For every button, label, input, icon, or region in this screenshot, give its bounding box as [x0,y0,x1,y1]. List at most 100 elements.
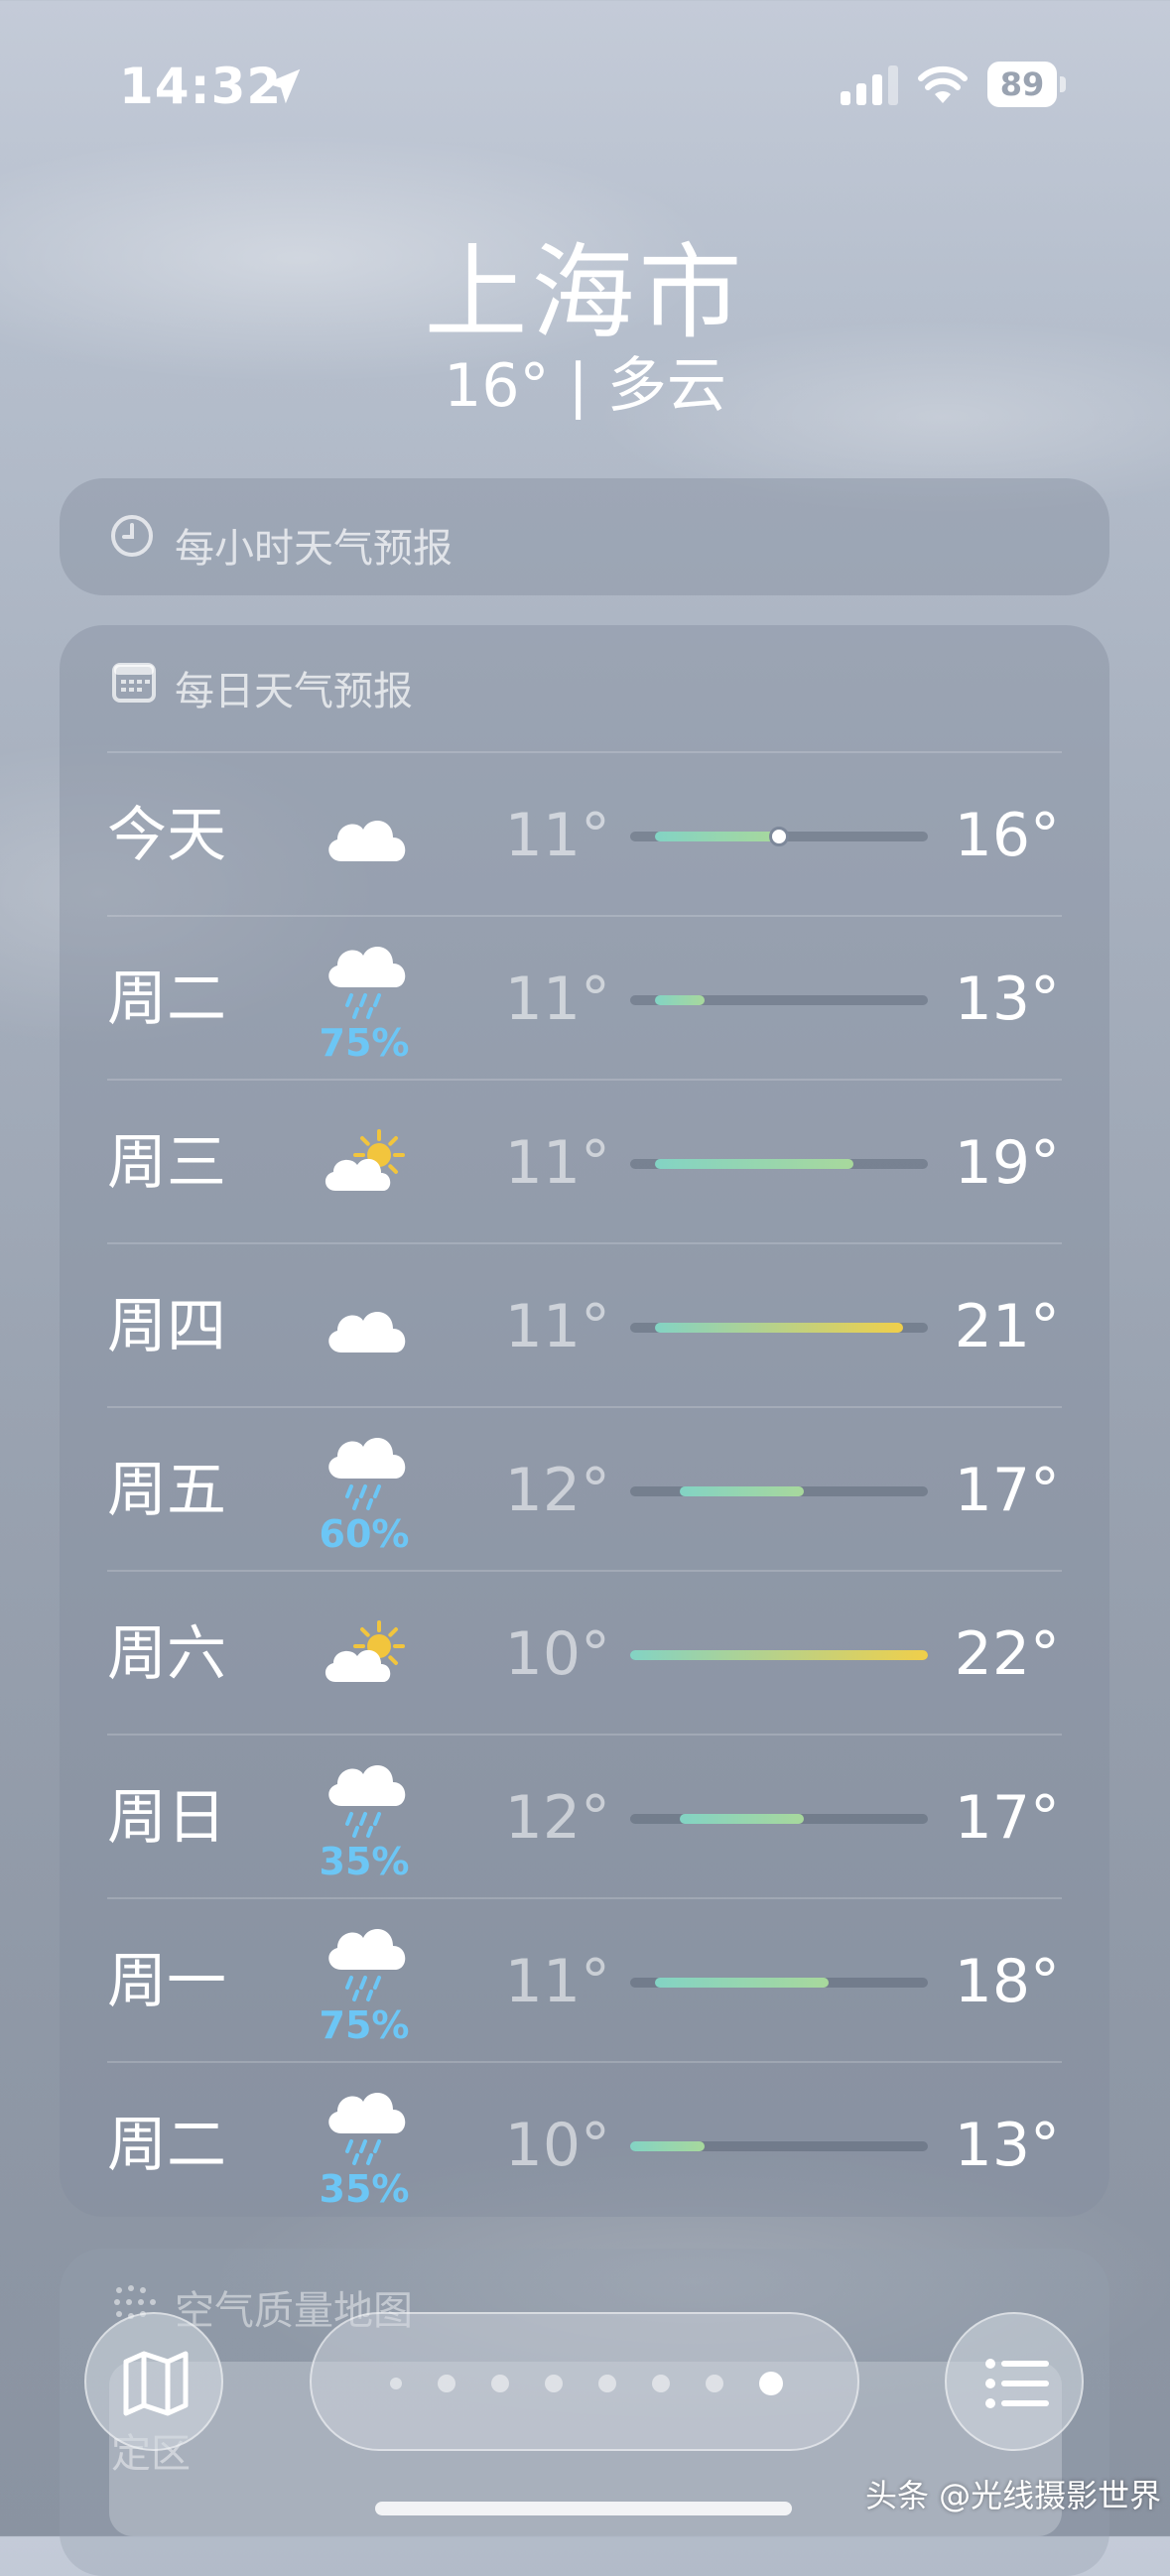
high-temp: 13° [954,965,1060,1034]
cloud-icon [318,792,417,881]
daily-row[interactable]: 周五 60% 12° 17° [0,1409,1170,1573]
rain-cloud-icon [318,1918,417,2007]
precipitation-chance: 75% [319,1021,410,1065]
row-divider [107,915,1062,917]
daily-forecast-title: 每日天气预报 [175,669,413,714]
low-temp: 11° [504,965,610,1034]
location-arrow-icon [265,68,301,104]
wifi-icon [918,65,968,103]
high-temp: 13° [954,2111,1060,2180]
battery-indicator: 89 [987,62,1067,107]
low-temp: 12° [504,1456,610,1525]
low-temp: 11° [504,1128,610,1198]
battery-level: 89 [987,62,1057,107]
precipitation-chance: 35% [319,1840,410,1883]
rain-cloud-icon [318,2082,417,2171]
precipitation-chance: 60% [319,1512,410,1556]
low-temp: 11° [504,801,610,870]
temp-range-fill [680,1486,804,1496]
day-label: 周四 [107,1292,226,1361]
page-dot[interactable] [759,2372,783,2395]
locations-list-button[interactable] [945,2312,1084,2451]
current-temp-marker [769,827,789,846]
temp-range-bar [630,1159,928,1169]
day-label: 周六 [107,1619,226,1689]
temp-range-bar [630,2141,928,2151]
daily-row[interactable]: 周二 35% 10° 13° [0,2064,1170,2228]
low-temp: 10° [504,2111,610,2180]
row-divider [107,751,1062,753]
home-indicator[interactable] [375,2502,792,2515]
temp-range-bar [630,827,928,846]
temp-range-fill [655,832,779,841]
high-temp: 22° [954,1619,1060,1689]
partly-sunny-icon [318,1119,417,1209]
temp-range-bar [630,995,928,1005]
rain-cloud-icon [318,1427,417,1516]
day-label: 周一 [107,1947,226,2016]
precipitation-chance: 35% [319,2167,410,2211]
hourly-forecast-title: 每小时天气预报 [175,526,453,572]
cloud-icon [318,1283,417,1372]
temp-range-fill [655,1159,853,1169]
day-label: 周五 [107,1456,226,1525]
temp-range-fill [655,1978,829,1988]
row-divider [107,1406,1062,1408]
row-divider [107,1734,1062,1736]
page-dot[interactable] [545,2375,563,2392]
partly-sunny-icon [318,1610,417,1700]
page-dot[interactable] [598,2375,616,2392]
page-dot[interactable] [390,2378,402,2389]
daily-row[interactable]: 周四 11° 21° [0,1245,1170,1409]
temp-range-bar [630,1486,928,1496]
day-label: 今天 [107,801,226,870]
high-temp: 21° [954,1292,1060,1361]
low-temp: 11° [504,1292,610,1361]
day-label: 周三 [107,1128,226,1198]
page-dot[interactable] [491,2375,509,2392]
status-time: 14:32 [119,58,283,115]
watermark: 头条 @光线摄影世界 [865,2477,1162,2514]
daily-row[interactable]: 周六 10° 22° [0,1573,1170,1737]
temp-range-fill [655,1323,903,1333]
cellular-signal-icon [841,65,898,105]
temp-range-fill [630,2141,705,2151]
temp-range-bar [630,1814,928,1824]
row-divider [107,2061,1062,2063]
current-summary: 16° | 多云 [444,351,726,421]
row-divider [107,1079,1062,1081]
high-temp: 17° [954,1783,1060,1853]
daily-row[interactable]: 今天 11° 16° [0,754,1170,918]
daily-row[interactable]: 周一 75% 11° 18° [0,1900,1170,2064]
page-dots [312,2314,861,2453]
high-temp: 18° [954,1947,1060,2016]
daily-row[interactable]: 周二 75% 11° 13° [0,918,1170,1082]
row-divider [107,1570,1062,1572]
low-temp: 10° [504,1619,610,1689]
day-label: 周二 [107,2111,226,2180]
row-divider [107,1897,1062,1899]
clock-icon [111,515,153,557]
high-temp: 16° [954,801,1060,870]
page-dot[interactable] [438,2375,455,2392]
high-temp: 19° [954,1128,1060,1198]
row-divider [107,1242,1062,1244]
map-button[interactable] [84,2312,223,2451]
temp-range-fill [655,995,705,1005]
city-name: 上海市 [424,232,746,353]
daily-row[interactable]: 周日 35% 12° 17° [0,1737,1170,1900]
list-icon [985,2359,1049,2408]
temp-range-fill [630,1650,928,1660]
daily-row[interactable]: 周三 11° 19° [0,1082,1170,1245]
page-dot[interactable] [652,2375,670,2392]
rain-cloud-icon [318,936,417,1025]
location-pager[interactable] [310,2312,859,2451]
map-icon [123,2351,189,2416]
low-temp: 11° [504,1947,610,2016]
temp-range-bar [630,1650,928,1660]
temp-range-bar [630,1323,928,1333]
status-bar: 14:32 89 [0,0,1170,169]
page-dot[interactable] [706,2375,723,2392]
low-temp: 12° [504,1783,610,1853]
day-label: 周二 [107,965,226,1034]
